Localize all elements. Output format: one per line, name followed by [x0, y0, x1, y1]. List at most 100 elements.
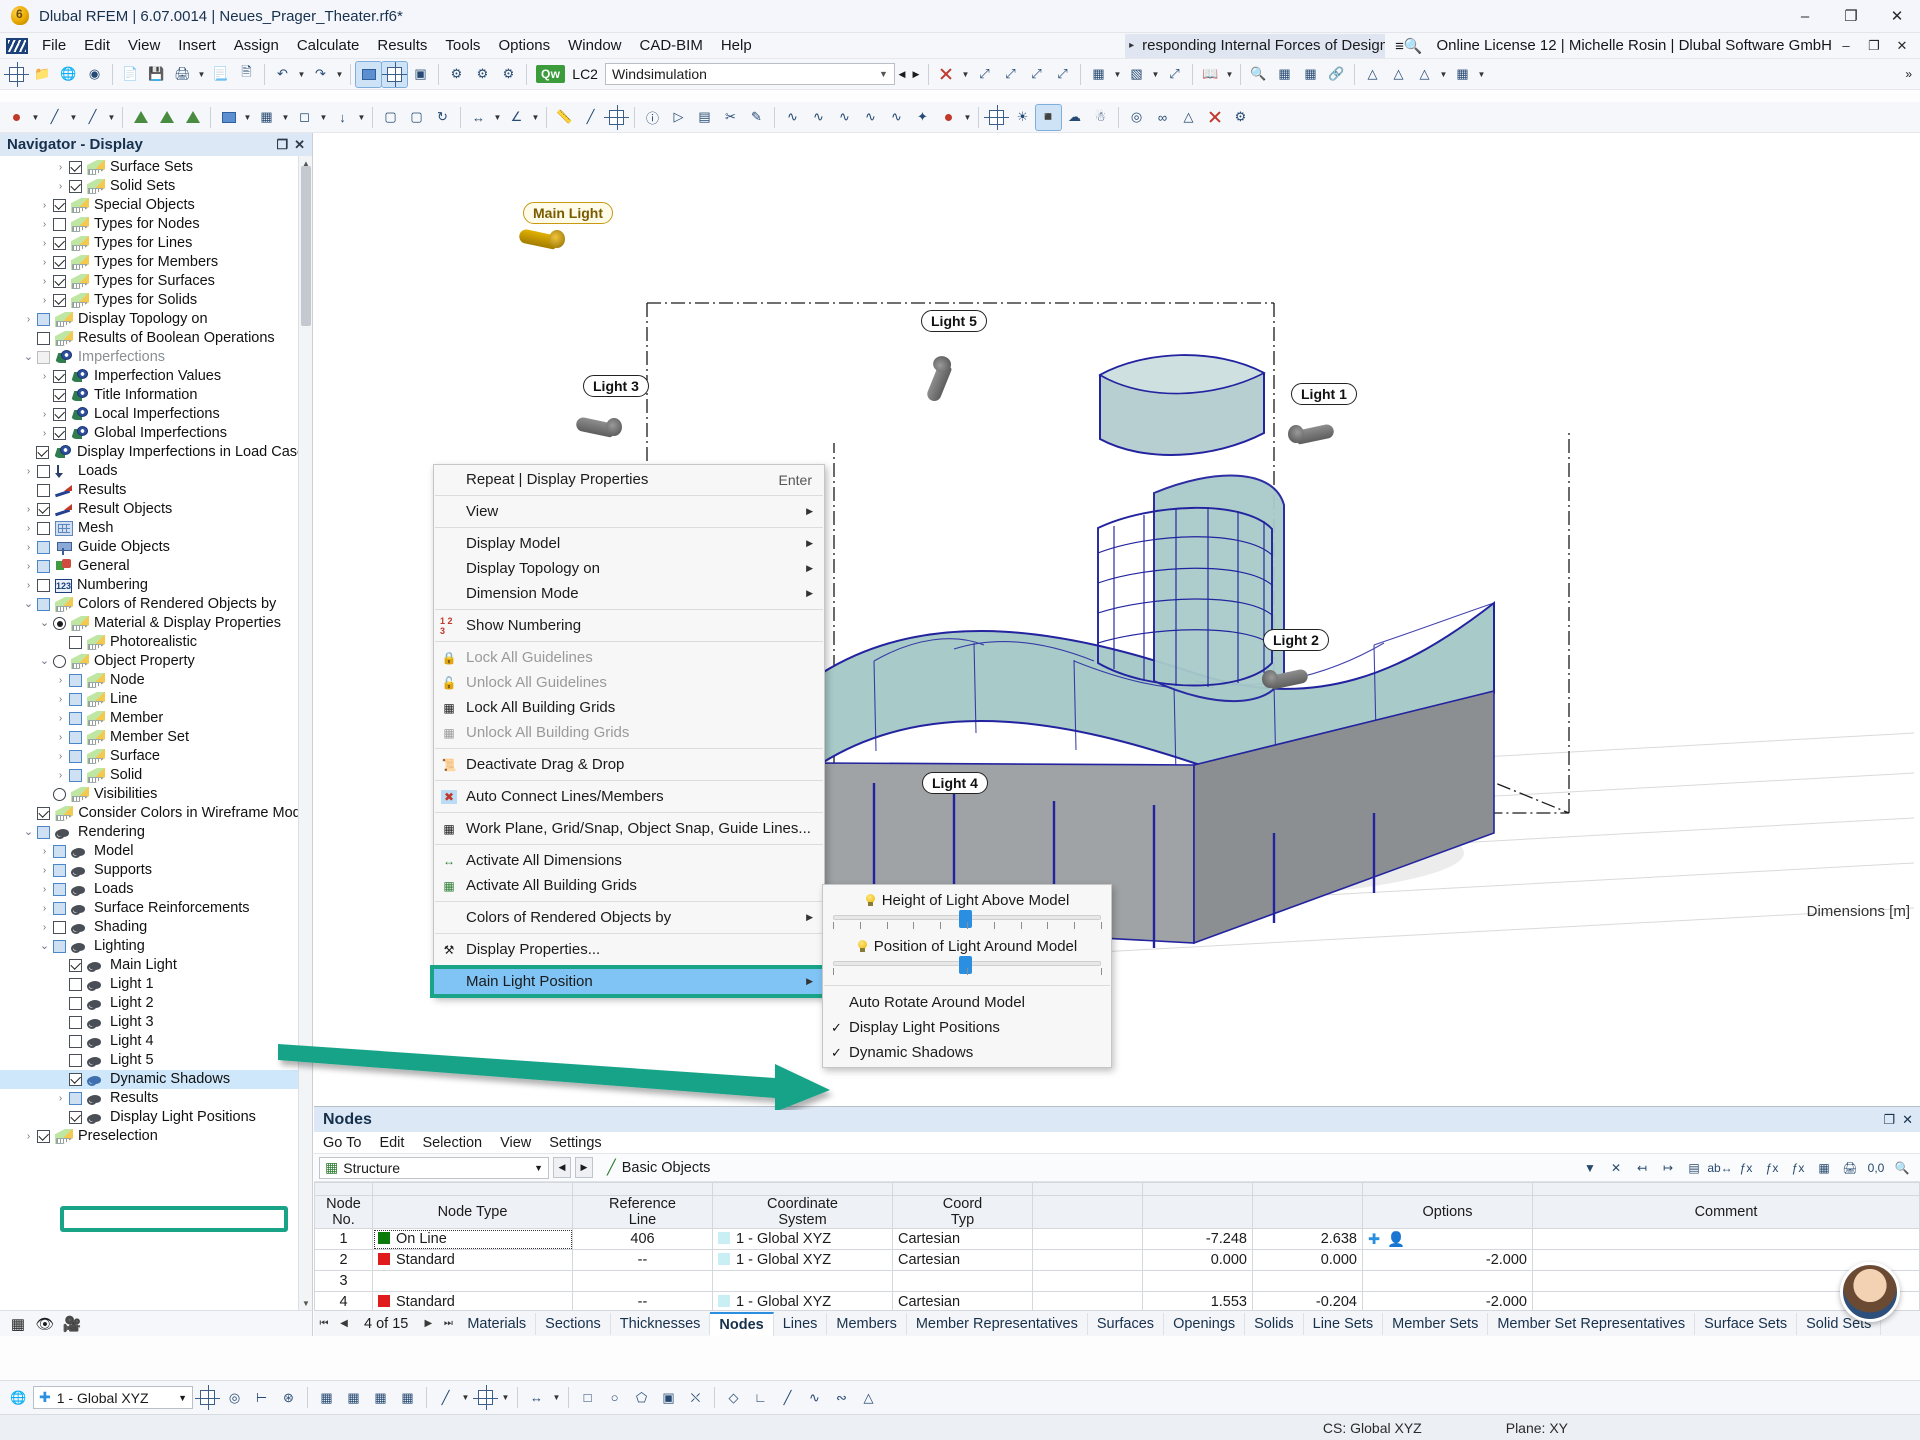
- calculate-all-icon[interactable]: ⚙: [496, 62, 521, 87]
- table-insert-row-icon[interactable]: ↤: [1630, 1157, 1654, 1179]
- tree-item-display-topology-on[interactable]: ›Display Topology on: [0, 310, 312, 329]
- axial-force-icon[interactable]: ⤢: [998, 62, 1023, 87]
- tree-item-surface-reinforcements[interactable]: ›Surface Reinforcements: [0, 899, 312, 918]
- tab-materials[interactable]: Materials: [458, 1313, 536, 1335]
- tree-item-mesh[interactable]: ›Mesh: [0, 519, 312, 538]
- document-tab[interactable]: ▸ responding Internal Forces of Design C…: [1125, 34, 1385, 58]
- object-info-icon[interactable]: ⓘ: [640, 105, 665, 130]
- page-prev-icon[interactable]: ◀: [334, 1311, 354, 1337]
- tree-checkbox[interactable]: [53, 408, 66, 421]
- line-insert-icon[interactable]: ╱: [42, 105, 67, 130]
- nodes-menu-goto[interactable]: Go To: [314, 1133, 370, 1153]
- tree-checkbox[interactable]: [36, 446, 49, 459]
- dimension-mode-icon[interactable]: ↔: [524, 1385, 549, 1410]
- undo-dropdown-icon[interactable]: ▼: [296, 62, 307, 87]
- table-units-icon[interactable]: 0,0: [1864, 1157, 1888, 1179]
- table-layout-icon[interactable]: ▤: [1682, 1157, 1706, 1179]
- chevron-right-icon[interactable]: ›: [36, 842, 53, 861]
- view-angle-icon[interactable]: ∟: [748, 1385, 773, 1410]
- menu-edit[interactable]: Edit: [75, 34, 119, 57]
- dimension-linear-icon[interactable]: ↔: [466, 105, 491, 130]
- tree-checkbox[interactable]: [69, 769, 82, 782]
- result-table-dropdown-icon[interactable]: ▼: [1112, 62, 1123, 87]
- web-icon[interactable]: 🌐: [56, 62, 81, 87]
- select-rect-icon[interactable]: □: [575, 1385, 600, 1410]
- line-insert-dropdown-icon[interactable]: ▼: [68, 105, 79, 130]
- tree-item-material-display-properties[interactable]: ⌄Material & Display Properties: [0, 614, 312, 633]
- context-menu-item-colors-of-rendered-objects-by[interactable]: Colors of Rendered Objects by▶: [434, 905, 824, 930]
- table-cell[interactable]: -0.204: [1253, 1292, 1363, 1311]
- model-box-icon[interactable]: ▦: [1272, 62, 1297, 87]
- tree-checkbox[interactable]: [69, 674, 82, 687]
- nodes-panel-close-icon[interactable]: ✕: [1902, 1112, 1913, 1128]
- tree-item-numbering[interactable]: ›123Numbering: [0, 576, 312, 595]
- model-link-icon[interactable]: 🔗: [1324, 62, 1349, 87]
- view-wireframe-icon[interactable]: [382, 62, 407, 87]
- loadcase-select[interactable]: Windsimulation ▼: [605, 63, 895, 85]
- chevron-right-icon[interactable]: ›: [36, 861, 53, 880]
- curve5-icon[interactable]: ∿: [884, 105, 909, 130]
- menu-help[interactable]: Help: [712, 34, 761, 57]
- tree-item-rendering[interactable]: ⌄Rendering: [0, 823, 312, 842]
- table-prev-button[interactable]: ◀: [553, 1157, 571, 1178]
- table-cell[interactable]: Standard: [373, 1292, 573, 1311]
- document-icon[interactable]: 🖹: [234, 62, 259, 87]
- curve2-icon[interactable]: ∿: [806, 105, 831, 130]
- tree-item-dynamic-shadows[interactable]: Dynamic Shadows: [0, 1070, 312, 1089]
- tree-item-light-1[interactable]: Light 1: [0, 975, 312, 994]
- tree-item-lighting[interactable]: ⌄Lighting: [0, 937, 312, 956]
- result-table-icon[interactable]: ▦: [1086, 62, 1111, 87]
- tree-checkbox[interactable]: [53, 427, 66, 440]
- tree-item-light-5[interactable]: Light 5: [0, 1051, 312, 1070]
- chevron-right-icon[interactable]: ›: [36, 405, 53, 424]
- table-cell[interactable]: -7.248: [1143, 1229, 1253, 1250]
- table-cell[interactable]: [1033, 1250, 1143, 1271]
- table-cell[interactable]: 1: [315, 1229, 373, 1250]
- tree-checkbox[interactable]: [69, 693, 82, 706]
- tree-checkbox[interactable]: [53, 218, 66, 231]
- chevron-right-icon[interactable]: ›: [20, 310, 37, 329]
- tree-item-main-light[interactable]: Main Light: [0, 956, 312, 975]
- curve4-icon[interactable]: ∿: [858, 105, 883, 130]
- snap-object-icon[interactable]: ◎: [222, 1385, 247, 1410]
- context-menu-item-activate-all-building-grids[interactable]: ▦Activate All Building Grids: [434, 873, 824, 898]
- tree-checkbox[interactable]: [53, 370, 66, 383]
- tree-checkbox[interactable]: [53, 275, 66, 288]
- tree-item-consider-colors-in-wireframe-model[interactable]: Consider Colors in Wireframe Model: [0, 804, 312, 823]
- cs-globe-icon[interactable]: 🌐: [6, 1385, 31, 1410]
- toolbar-overflow-icon[interactable]: »: [1905, 67, 1920, 81]
- snap-ortho-icon[interactable]: ⊢: [249, 1385, 274, 1410]
- tree-checkbox[interactable]: [69, 1016, 82, 1029]
- context-menu-item-deactivate-drag-drop[interactable]: 📜Deactivate Drag & Drop: [434, 752, 824, 777]
- scroll-down-icon[interactable]: ▼: [299, 1296, 312, 1310]
- tree-checkbox[interactable]: [69, 712, 82, 725]
- menu-tools[interactable]: Tools: [436, 34, 489, 57]
- print-dropdown-icon[interactable]: ▼: [196, 62, 207, 87]
- chevron-right-icon[interactable]: ›: [36, 880, 53, 899]
- support3-icon[interactable]: △: [1412, 62, 1437, 87]
- doc-close-button[interactable]: ✕: [1888, 35, 1916, 57]
- navigator-pin-icon[interactable]: ❐: [276, 137, 288, 153]
- tab-sections[interactable]: Sections: [536, 1313, 611, 1335]
- context-menu-item-dimension-mode[interactable]: Dimension Mode▶: [434, 581, 824, 606]
- chevron-right-icon[interactable]: ›: [52, 671, 69, 690]
- view-render-icon[interactable]: [356, 62, 381, 87]
- table-cell[interactable]: 1 - Global XYZ: [713, 1250, 893, 1271]
- tree-checkbox[interactable]: [37, 541, 50, 554]
- deformation-icon[interactable]: ⤢: [972, 62, 997, 87]
- tree-checkbox[interactable]: [37, 826, 50, 839]
- chevron-down-icon[interactable]: ⌄: [36, 652, 53, 671]
- tab-lines[interactable]: Lines: [774, 1313, 828, 1335]
- delete-object-icon[interactable]: [1202, 105, 1227, 130]
- redo-icon[interactable]: ↷: [308, 62, 333, 87]
- tree-item-light-3[interactable]: Light 3: [0, 1013, 312, 1032]
- navigator-tree[interactable]: ›Surface Sets›Solid Sets›Special Objects…: [0, 156, 312, 1310]
- context-menu[interactable]: Repeat | Display PropertiesEnterView▶Dis…: [433, 464, 825, 997]
- context-menu-item-display-properties[interactable]: ⚒Display Properties...: [434, 937, 824, 962]
- navigator-camera-icon[interactable]: 🎥: [62, 1314, 82, 1333]
- loadcase-prev-icon[interactable]: ◀: [895, 63, 909, 85]
- tree-checkbox[interactable]: [53, 902, 66, 915]
- table-cell[interactable]: [1033, 1292, 1143, 1311]
- tree-checkbox[interactable]: [69, 180, 82, 193]
- tree-checkbox[interactable]: [69, 1054, 82, 1067]
